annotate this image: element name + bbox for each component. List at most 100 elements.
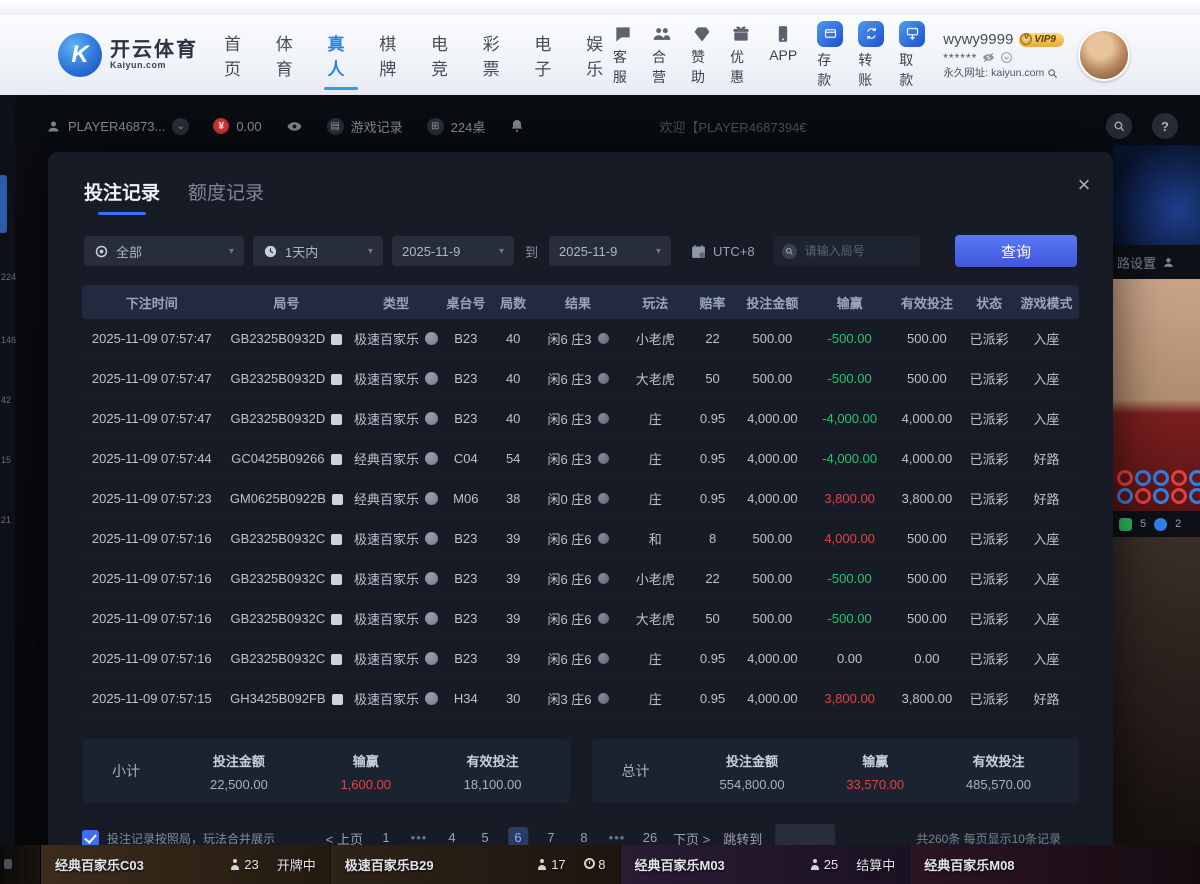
- partner-button[interactable]: 合营: [652, 24, 673, 87]
- result-info-icon: [598, 493, 609, 504]
- copy-icon[interactable]: [331, 614, 342, 625]
- search-icon: [782, 244, 797, 259]
- column-header: 桌台号: [441, 293, 491, 312]
- query-button[interactable]: 查询: [955, 235, 1077, 267]
- merge-display-checkbox[interactable]: [82, 830, 99, 847]
- column-header: 有效投注: [890, 293, 965, 312]
- table-row: 2025-11-09 07:57:47GB2325B0932D极速百家乐B234…: [82, 359, 1079, 399]
- nav-item-电子[interactable]: 电子: [534, 26, 561, 84]
- customer-service-button[interactable]: 客服: [613, 24, 634, 87]
- balance-value: 0.00: [236, 119, 261, 134]
- copy-icon[interactable]: [331, 534, 342, 545]
- cell-result: 闲6 庄3: [536, 329, 621, 348]
- cell-odds: 0.95: [690, 410, 735, 426]
- lobby-table-tile[interactable]: 极速百家乐B2917 8: [331, 845, 621, 884]
- dealer-video-thumbnail-2[interactable]: [1113, 537, 1200, 845]
- category-select[interactable]: 全部: [84, 236, 244, 266]
- transfer-button[interactable]: 转账: [858, 21, 884, 90]
- cell-winloss: -500.00: [810, 610, 890, 626]
- copy-icon[interactable]: [332, 694, 343, 705]
- close-icon[interactable]: ×: [1071, 172, 1097, 198]
- range-select[interactable]: 1天内: [253, 236, 383, 266]
- magnifier-icon[interactable]: [1047, 68, 1058, 79]
- copy-icon[interactable]: [331, 574, 342, 585]
- tab-quota-records[interactable]: 额度记录: [188, 178, 264, 215]
- cell-mode: 入座: [1014, 569, 1079, 588]
- grid-icon: ⊞: [427, 118, 444, 135]
- search-circle-button[interactable]: [1106, 113, 1132, 139]
- deposit-button[interactable]: 存款: [817, 21, 843, 90]
- password-mask: ******: [943, 51, 977, 65]
- lobby-table-tile[interactable]: 经典百家乐M0325结算中: [621, 845, 911, 884]
- permanent-url: 永久网址: kaiyun.com: [943, 67, 1044, 80]
- sponsor-button[interactable]: 赞助: [691, 24, 712, 87]
- copy-icon[interactable]: [332, 494, 343, 505]
- player-name: PLAYER46873...: [68, 119, 165, 134]
- copy-icon[interactable]: [331, 374, 342, 385]
- tab-betting-records[interactable]: 投注记录: [84, 178, 160, 215]
- nav-item-棋牌[interactable]: 棋牌: [379, 26, 406, 84]
- cell-type: 极速百家乐: [351, 609, 441, 628]
- eye-off-icon[interactable]: [982, 51, 995, 64]
- cell-odds: 50: [690, 610, 735, 626]
- cell-rounds: 30: [491, 690, 536, 706]
- total-bet-label: 投注金额: [720, 751, 785, 770]
- road-ring-blue: [1135, 470, 1151, 486]
- balance-display[interactable]: ¥ 0.00: [213, 118, 261, 134]
- nav-item-真人[interactable]: 真人: [327, 26, 354, 84]
- promo-button[interactable]: 优惠: [730, 24, 751, 87]
- table-badges: 5 2: [1113, 511, 1200, 537]
- copy-icon[interactable]: [331, 454, 342, 465]
- lobby-table-tile[interactable]: 经典百家乐C0323开牌中: [41, 845, 331, 884]
- cell-mode: 好路: [1014, 449, 1079, 468]
- chevron-circle-icon[interactable]: [1000, 51, 1013, 64]
- bell-icon[interactable]: [509, 118, 525, 134]
- left-rail: 224146421521: [0, 95, 15, 845]
- left-rail-highlight: [0, 175, 7, 233]
- tab-label: 额度记录: [188, 183, 264, 204]
- calendar-icon: [690, 243, 707, 260]
- avatar[interactable]: [1078, 29, 1130, 81]
- cell-play: 小老虎: [620, 329, 690, 348]
- road-ring-red: [1117, 470, 1133, 486]
- date-from-picker[interactable]: 2025-11-9: [392, 236, 514, 266]
- nav-item-电竞[interactable]: 电竞: [431, 26, 458, 84]
- copy-icon[interactable]: [331, 414, 342, 425]
- nav-item-首页[interactable]: 首页: [224, 26, 251, 84]
- column-header: 投注金额: [735, 293, 810, 312]
- help-circle-button[interactable]: ?: [1152, 113, 1178, 139]
- road-settings[interactable]: 路设置: [1113, 245, 1200, 279]
- copy-icon[interactable]: [331, 334, 342, 345]
- game-record-button[interactable]: ▤ 游戏记录: [327, 117, 403, 136]
- site-logo[interactable]: K 开云体育 Kaiyun.com: [58, 33, 198, 77]
- round-search[interactable]: [774, 236, 920, 266]
- nav-item-娱乐[interactable]: 娱乐: [586, 26, 613, 84]
- cell-time: 2025-11-09 07:57:15: [82, 690, 222, 706]
- filter-bar: 全部 1天内 2025-11-9 到 2025-11-9: [48, 215, 1113, 267]
- round-search-input[interactable]: [803, 243, 912, 259]
- green-badge-count: 5: [1140, 518, 1146, 530]
- cell-time: 2025-11-09 07:57:47: [82, 330, 222, 346]
- date-to-picker[interactable]: 2025-11-9: [549, 236, 671, 266]
- summary-row: 小计 投注金额22,500.00 输赢1,600.00 有效投注18,100.0…: [82, 739, 1079, 803]
- road-ring-blue: [1153, 470, 1169, 486]
- table-row: 2025-11-09 07:57:47GB2325B0932D极速百家乐B234…: [82, 319, 1079, 359]
- copy-icon[interactable]: [331, 654, 342, 665]
- person-icon: [46, 119, 61, 134]
- player-account[interactable]: PLAYER46873... ⌄: [46, 118, 189, 135]
- dealer-video-thumbnail[interactable]: [1113, 279, 1200, 511]
- cell-result: 闲6 庄6: [536, 609, 621, 628]
- chevron-down-icon[interactable]: ⌄: [172, 118, 189, 135]
- lobby-table-tile[interactable]: 经典百家乐M08: [910, 845, 1200, 884]
- withdraw-button[interactable]: 取款: [899, 21, 925, 90]
- column-header: 状态: [964, 293, 1014, 312]
- user-info: wywy9999 VIP9 ****** 永久网址: kaiyun.com: [943, 31, 1064, 80]
- table-row: 2025-11-09 07:57:15GH3425B092FB极速百家乐H343…: [82, 679, 1079, 719]
- nav-item-彩票[interactable]: 彩票: [483, 26, 510, 84]
- cell-play: 小老虎: [620, 569, 690, 588]
- app-button[interactable]: APP: [769, 24, 797, 87]
- chevron-down-icon: [229, 246, 234, 257]
- tables-count-button[interactable]: ⊞ 224桌: [427, 117, 486, 136]
- nav-item-体育[interactable]: 体育: [276, 26, 303, 84]
- eye-icon[interactable]: [286, 118, 303, 135]
